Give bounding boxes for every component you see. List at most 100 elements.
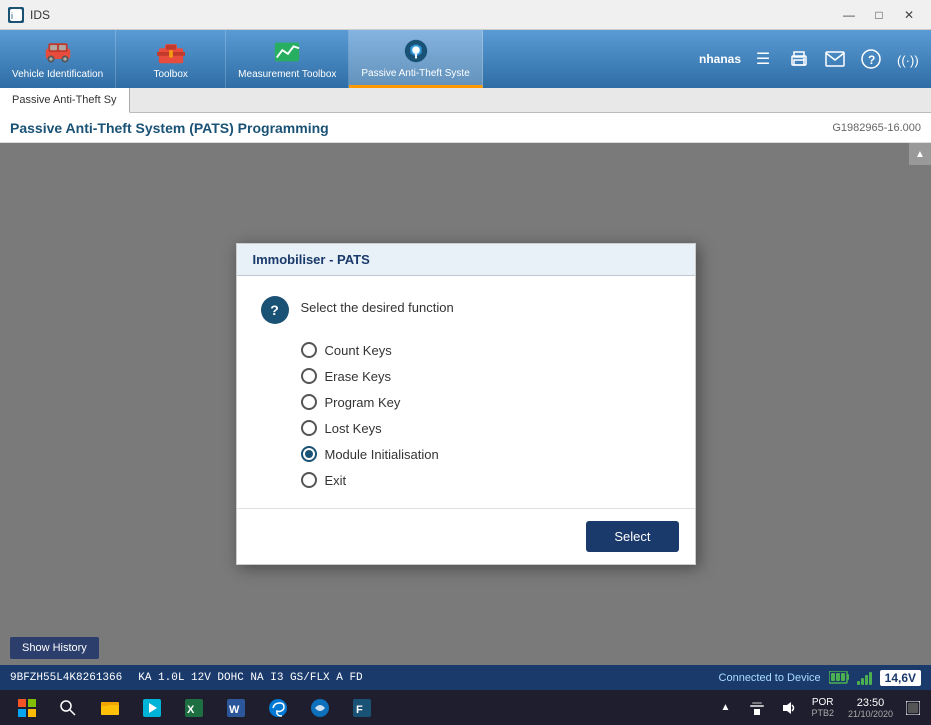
taskbar-excel[interactable]: X bbox=[174, 690, 214, 725]
connected-label: Connected to Device bbox=[719, 672, 821, 684]
select-button[interactable]: Select bbox=[586, 521, 678, 552]
taskbar-volume[interactable] bbox=[775, 694, 803, 722]
svg-text:W: W bbox=[229, 704, 240, 716]
taskbar-right: ▲ POR PTB2 23:50 21/10/2020 bbox=[711, 690, 927, 725]
radio-exit-input[interactable] bbox=[301, 472, 317, 488]
radio-module-init-input[interactable] bbox=[301, 446, 317, 462]
dialog-question-row: ? Select the desired function bbox=[261, 296, 671, 324]
radio-exit-label: Exit bbox=[325, 473, 347, 488]
dialog-footer: Select bbox=[237, 508, 695, 564]
radio-count-keys-input[interactable] bbox=[301, 342, 317, 358]
print-icon[interactable] bbox=[785, 45, 813, 73]
toolbar: Vehicle Identification Toolbox Measureme… bbox=[0, 30, 931, 88]
title-bar-text: IDS bbox=[30, 8, 50, 22]
taskbar-edge[interactable] bbox=[258, 690, 298, 725]
taskbar-media[interactable] bbox=[132, 690, 172, 725]
dialog-title: Immobiliser - PATS bbox=[253, 252, 370, 267]
username: nhanas bbox=[699, 52, 741, 66]
menu-icon[interactable]: ☰ bbox=[749, 45, 777, 73]
radio-exit[interactable]: Exit bbox=[301, 472, 671, 488]
clock-time: 23:50 bbox=[848, 697, 893, 709]
vehicle-info: KA 1.0L 12V DOHC NA I3 GS/FLX A FD bbox=[138, 672, 362, 684]
radio-erase-keys[interactable]: Erase Keys bbox=[301, 368, 671, 384]
clock-date: 21/10/2020 bbox=[848, 709, 893, 719]
taskbar-network[interactable] bbox=[743, 694, 771, 722]
measurement-label: Measurement Toolbox bbox=[238, 69, 336, 80]
radio-program-key-label: Program Key bbox=[325, 395, 401, 410]
radio-lost-keys-label: Lost Keys bbox=[325, 421, 382, 436]
status-right: Connected to Device 14,6V bbox=[719, 670, 921, 686]
dialog-header: Immobiliser - PATS bbox=[237, 244, 695, 276]
signal-bars bbox=[857, 671, 872, 685]
app-icon: i bbox=[8, 7, 24, 23]
question-icon: ? bbox=[261, 296, 289, 324]
svg-text:?: ? bbox=[868, 53, 875, 67]
status-bar: 9BFZH55L4K8261366 KA 1.0L 12V DOHC NA I3… bbox=[0, 665, 931, 690]
radio-erase-keys-input[interactable] bbox=[301, 368, 317, 384]
vin-vehicle-info: 9BFZH55L4K8261366 KA 1.0L 12V DOHC NA I3… bbox=[10, 672, 363, 684]
maximize-button[interactable]: □ bbox=[865, 4, 893, 26]
measurement-icon bbox=[273, 38, 301, 66]
pats-label: Passive Anti-Theft Syste bbox=[361, 68, 469, 79]
radio-module-init[interactable]: Module Initialisation bbox=[301, 446, 671, 462]
mail-icon[interactable] bbox=[821, 45, 849, 73]
tab-strip: Passive Anti-Theft Sy bbox=[0, 88, 931, 113]
svg-text:X: X bbox=[187, 704, 195, 716]
vehicle-label: Vehicle Identification bbox=[12, 69, 103, 80]
tab-pats-label: Passive Anti-Theft Sy bbox=[12, 94, 117, 106]
battery-bars bbox=[829, 671, 849, 685]
toolbar-measurement[interactable]: Measurement Toolbox bbox=[226, 30, 349, 88]
radio-module-init-label: Module Initialisation bbox=[325, 447, 439, 462]
page-title: Passive Anti-Theft System (PATS) Program… bbox=[10, 120, 329, 136]
toolbar-vehicle-identification[interactable]: Vehicle Identification bbox=[0, 30, 116, 88]
title-bar-controls: — □ ✕ bbox=[835, 4, 923, 26]
radio-lost-keys-input[interactable] bbox=[301, 420, 317, 436]
toolbar-right: nhanas ☰ ? ((·)) bbox=[689, 30, 931, 88]
taskbar-up-arrow[interactable]: ▲ bbox=[711, 694, 739, 722]
tab-pats[interactable]: Passive Anti-Theft Sy bbox=[0, 88, 130, 113]
taskbar-ids[interactable]: F bbox=[342, 690, 382, 725]
vin-number: 9BFZH55L4K8261366 bbox=[10, 672, 122, 684]
radio-program-key[interactable]: Program Key bbox=[301, 394, 671, 410]
wifi-icon[interactable]: ((·)) bbox=[893, 45, 921, 73]
taskbar-pinned-apps: X W F bbox=[90, 690, 382, 725]
taskbar: X W F ▲ POR PTB2 23:50 21/10/2020 bbox=[0, 690, 931, 725]
radio-erase-keys-label: Erase Keys bbox=[325, 369, 391, 384]
radio-count-keys[interactable]: Count Keys bbox=[301, 342, 671, 358]
close-button[interactable]: ✕ bbox=[895, 4, 923, 26]
question-text: Select the desired function bbox=[301, 296, 454, 315]
main-content: ▲ Immobiliser - PATS ? Select the desire… bbox=[0, 143, 931, 665]
svg-text:F: F bbox=[356, 704, 363, 716]
toolbar-pats[interactable]: Passive Anti-Theft Syste bbox=[349, 30, 482, 88]
lang-country: POR bbox=[811, 697, 834, 708]
toolbox-icon bbox=[157, 38, 185, 66]
lang-locale: PTB2 bbox=[811, 708, 834, 718]
taskbar-language[interactable]: POR PTB2 bbox=[807, 697, 838, 718]
page-title-bar: Passive Anti-Theft System (PATS) Program… bbox=[0, 113, 931, 143]
dialog-overlay: Immobiliser - PATS ? Select the desired … bbox=[0, 143, 931, 665]
help-icon[interactable]: ? bbox=[857, 45, 885, 73]
radio-list: Count Keys Erase Keys Program Key Lost K… bbox=[261, 342, 671, 488]
show-history-button[interactable]: Show History bbox=[10, 637, 99, 659]
radio-count-keys-label: Count Keys bbox=[325, 343, 392, 358]
taskbar-explorer[interactable] bbox=[90, 690, 130, 725]
taskbar-teamviewer[interactable] bbox=[300, 690, 340, 725]
radio-program-key-input[interactable] bbox=[301, 394, 317, 410]
radio-lost-keys[interactable]: Lost Keys bbox=[301, 420, 671, 436]
dialog: Immobiliser - PATS ? Select the desired … bbox=[236, 243, 696, 565]
title-bar: i IDS — □ ✕ bbox=[0, 0, 931, 30]
taskbar-search[interactable] bbox=[52, 690, 84, 725]
toolbox-label: Toolbox bbox=[153, 69, 187, 80]
pats-icon bbox=[402, 37, 430, 65]
svg-text:i: i bbox=[11, 11, 13, 21]
start-button[interactable] bbox=[4, 690, 50, 725]
page-version: G1982965-16.000 bbox=[832, 122, 921, 134]
svg-text:((·)): ((·)) bbox=[897, 53, 918, 68]
dialog-body: ? Select the desired function Count Keys… bbox=[237, 276, 695, 508]
bottom-bar: Show History bbox=[0, 630, 931, 665]
notification-icon[interactable] bbox=[903, 690, 923, 725]
minimize-button[interactable]: — bbox=[835, 4, 863, 26]
taskbar-word[interactable]: W bbox=[216, 690, 256, 725]
toolbar-toolbox[interactable]: Toolbox bbox=[116, 30, 226, 88]
voltage-badge: 14,6V bbox=[880, 670, 921, 686]
